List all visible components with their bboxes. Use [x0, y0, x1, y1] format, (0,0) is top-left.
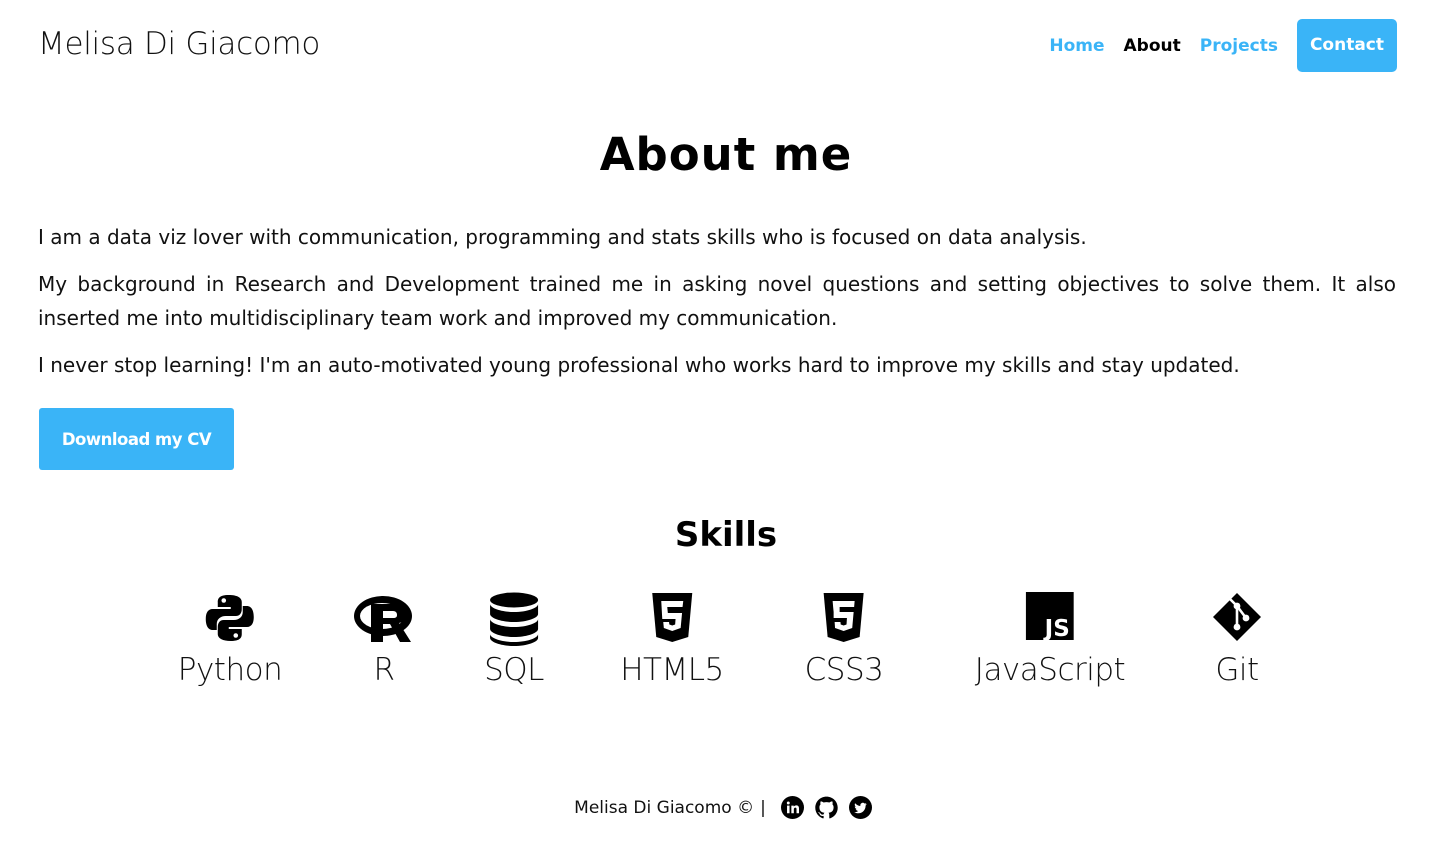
skill-label: CSS3 — [804, 652, 884, 688]
site-header: Melisa Di Giacomo Home About Projects Co… — [0, 0, 1452, 92]
skill-python: Python — [177, 592, 283, 688]
skill-css3: CSS3 — [805, 592, 884, 688]
skill-label: JavaScript — [974, 652, 1126, 688]
svg-text:JS: JS — [1043, 616, 1070, 640]
skill-label: Git — [1215, 652, 1259, 688]
skill-label: HTML5 — [620, 652, 724, 688]
nav-contact-button[interactable]: Contact — [1296, 19, 1397, 72]
linkedin-icon[interactable] — [781, 796, 805, 819]
site-footer: Melisa Di Giacomo © | — [0, 796, 1452, 819]
r-icon — [353, 592, 415, 648]
css3-icon — [805, 592, 884, 648]
skill-sql: SQL — [484, 592, 544, 688]
html5-icon — [620, 592, 724, 648]
about-paragraph: I never stop learning! I'm an auto-motiv… — [38, 353, 1240, 377]
skill-label: Python — [177, 652, 283, 688]
skill-javascript: JS JavaScript — [974, 592, 1126, 688]
git-icon — [1212, 592, 1262, 648]
twitter-icon[interactable] — [849, 796, 873, 819]
skill-label: SQL — [484, 652, 544, 688]
database-icon — [484, 592, 544, 648]
javascript-icon: JS — [975, 592, 1125, 648]
skill-html5: HTML5 — [620, 592, 724, 688]
nav-home-link[interactable]: Home — [1049, 36, 1104, 56]
skill-r: R — [353, 592, 415, 688]
about-intro: I am a data viz lover with communication… — [38, 220, 1396, 395]
skills-title: Skills — [674, 515, 778, 555]
site-brand[interactable]: Melisa Di Giacomo — [38, 26, 320, 62]
about-paragraph: My background in Research and Developmen… — [38, 272, 1396, 330]
nav-projects-link[interactable]: Projects — [1200, 36, 1278, 56]
skill-label: R — [373, 652, 395, 688]
footer-separator: | — [760, 797, 766, 818]
nav-about-link[interactable]: About — [1124, 36, 1181, 56]
download-cv-button[interactable]: Download my CV — [39, 408, 234, 470]
main-nav: Home About Projects Contact — [1030, 19, 1397, 72]
github-icon[interactable] — [815, 796, 839, 819]
about-paragraph: I am a data viz lover with communication… — [38, 225, 1087, 249]
skill-git: Git — [1212, 592, 1262, 688]
python-icon — [178, 592, 282, 648]
page-title: About me — [599, 128, 853, 181]
footer-copyright: Melisa Di Giacomo © — [574, 797, 755, 818]
